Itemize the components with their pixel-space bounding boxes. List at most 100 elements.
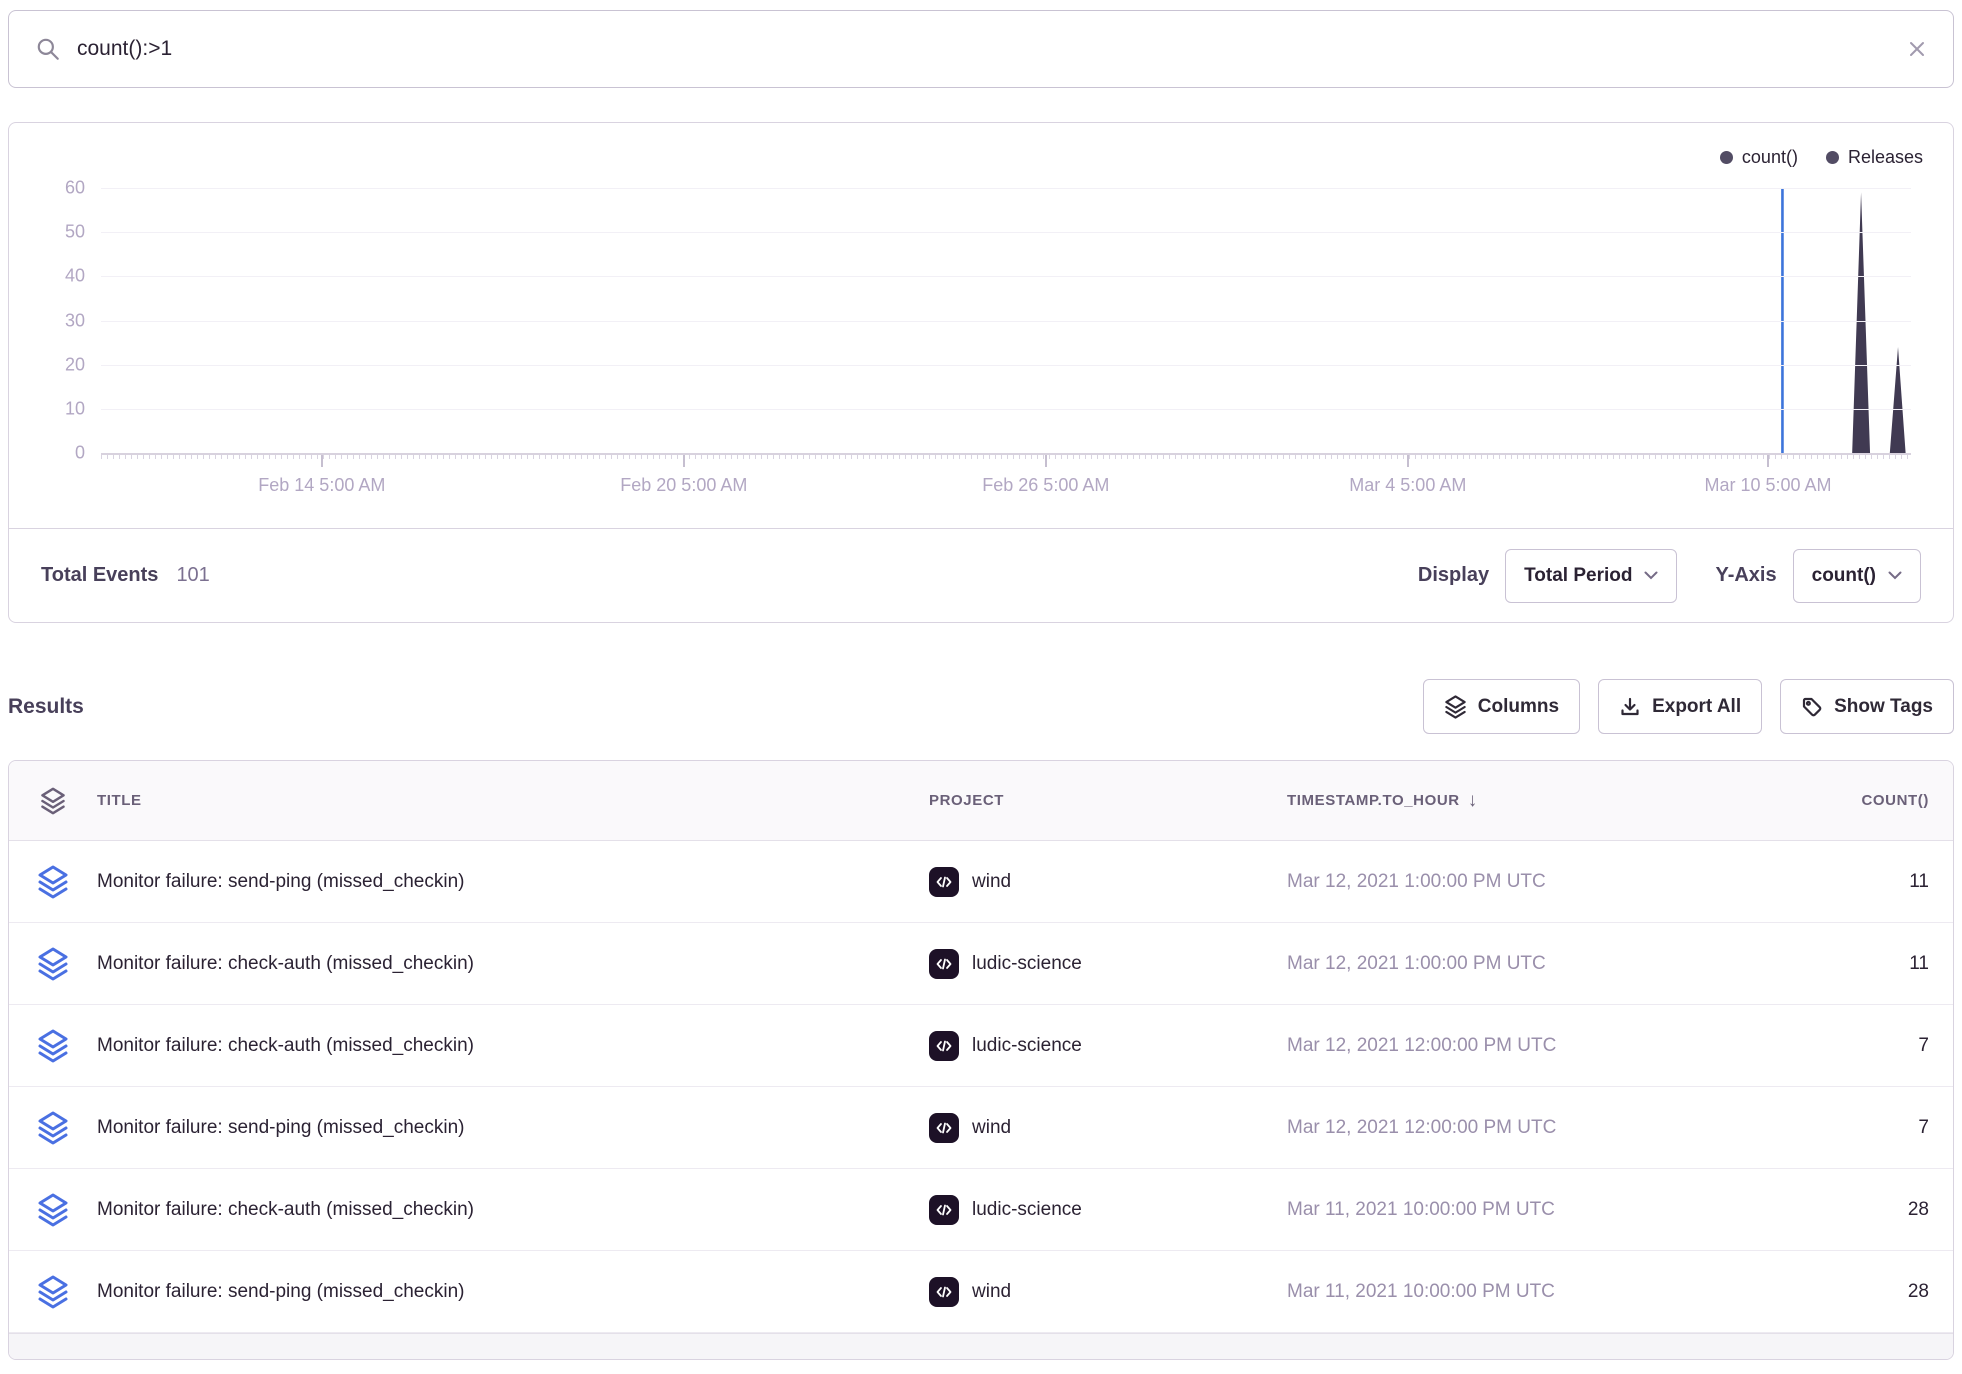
project-name: ludic-science [972,953,1082,975]
project-cell: ludic-science [929,949,1287,979]
table-row: Monitor failure: send-ping (missed_check… [9,1087,1953,1169]
row-stack-icon-cell [9,947,97,981]
project-platform-icon [929,1113,959,1143]
x-axis-tick [1407,455,1409,467]
y-axis-label: Y-Axis [1715,564,1776,587]
x-axis-tick-label: Mar 4 5:00 AM [1349,475,1466,496]
results-table: TITLE PROJECT TIMESTAMP.TO_HOUR ↓ COUNT(… [8,760,1954,1360]
show-tags-button-label: Show Tags [1834,696,1933,718]
display-dropdown-value: Total Period [1524,565,1632,587]
table-row: Monitor failure: check-auth (missed_chec… [9,923,1953,1005]
x-axis-tick [1767,455,1769,467]
y-axis-tick-label: 40 [65,266,85,287]
chevron-down-icon [1644,571,1658,580]
chart-controls: Display Total Period Y-Axis count() [1418,549,1921,603]
layers-icon [40,787,66,815]
table-row: Monitor failure: check-auth (missed_chec… [9,1169,1953,1251]
y-axis-dropdown-value: count() [1812,565,1876,587]
display-dropdown[interactable]: Total Period [1505,549,1677,603]
close-icon [1907,39,1927,59]
event-title-link[interactable]: Monitor failure: send-ping (missed_check… [97,871,929,893]
project-cell: wind [929,1277,1287,1307]
timestamp-cell: Mar 12, 2021 12:00:00 PM UTC [1287,1117,1707,1139]
x-axis-tick [321,455,323,467]
count-cell: 11 [1707,871,1953,893]
table-row: Monitor failure: send-ping (missed_check… [9,1251,1953,1333]
y-axis-tick-label: 60 [65,178,85,199]
event-title-link[interactable]: Monitor failure: send-ping (missed_check… [97,1117,929,1139]
project-name: ludic-science [972,1199,1082,1221]
x-axis-tick [683,455,685,467]
chart-legend: count() Releases [1720,147,1923,168]
timestamp-cell: Mar 12, 2021 1:00:00 PM UTC [1287,953,1707,975]
export-all-button[interactable]: Export All [1598,679,1762,734]
header-stack-icon-cell [9,787,97,815]
column-header-timestamp[interactable]: TIMESTAMP.TO_HOUR ↓ [1287,790,1707,812]
event-title-link[interactable]: Monitor failure: check-auth (missed_chec… [97,1199,929,1221]
event-title-link[interactable]: Monitor failure: check-auth (missed_chec… [97,953,929,975]
project-platform-icon [929,1195,959,1225]
columns-button[interactable]: Columns [1423,679,1580,734]
timestamp-cell: Mar 12, 2021 12:00:00 PM UTC [1287,1035,1707,1057]
legend-dot-releases [1826,151,1839,164]
gridline-y-50 [101,232,1911,233]
x-axis-tick-label: Mar 10 5:00 AM [1704,475,1831,496]
x-axis-minor-ticks [101,455,1911,459]
project-platform-icon [929,949,959,979]
legend-item-count[interactable]: count() [1720,147,1798,168]
chart-footer: Total Events 101 Display Total Period Y-… [9,528,1953,622]
discover-page: count():>1 count() Releases [0,0,1962,1360]
chart-plot: 0102030405060Feb 14 5:00 AMFeb 20 5:00 A… [101,188,1911,453]
count-cell: 28 [1707,1199,1953,1221]
show-tags-button[interactable]: Show Tags [1780,679,1954,734]
project-cell: wind [929,867,1287,897]
legend-label-count: count() [1742,147,1798,168]
total-events-label: Total Events [41,564,158,587]
project-name: wind [972,1281,1011,1303]
table-header-row: TITLE PROJECT TIMESTAMP.TO_HOUR ↓ COUNT(… [9,761,1953,841]
timestamp-cell: Mar 11, 2021 10:00:00 PM UTC [1287,1199,1707,1221]
search-icon [35,36,61,62]
table-row: Monitor failure: check-auth (missed_chec… [9,1005,1953,1087]
layers-icon [1444,695,1467,719]
project-name: wind [972,871,1011,893]
column-header-count[interactable]: COUNT() [1707,792,1953,809]
table-footer [9,1333,1953,1359]
count-cell: 7 [1707,1117,1953,1139]
project-cell: ludic-science [929,1195,1287,1225]
tag-icon [1801,696,1823,718]
count-cell: 7 [1707,1035,1953,1057]
chevron-down-icon [1888,571,1902,580]
stack-icon [37,865,69,899]
total-events: Total Events 101 [41,564,210,587]
project-platform-icon [929,1277,959,1307]
legend-label-releases: Releases [1848,147,1923,168]
event-title-link[interactable]: Monitor failure: send-ping (missed_check… [97,1281,929,1303]
row-stack-icon-cell [9,1275,97,1309]
legend-item-releases[interactable]: Releases [1826,147,1923,168]
columns-button-label: Columns [1478,696,1559,718]
event-title-link[interactable]: Monitor failure: check-auth (missed_chec… [97,1035,929,1057]
project-cell: ludic-science [929,1031,1287,1061]
column-header-project[interactable]: PROJECT [929,792,1287,809]
x-axis-tick-label: Feb 20 5:00 AM [620,475,747,496]
project-name: ludic-science [972,1035,1082,1057]
y-axis-tick-label: 30 [65,310,85,331]
search-input[interactable]: count():>1 [77,37,1891,61]
project-platform-icon [929,1031,959,1061]
total-events-value: 101 [176,564,209,587]
timestamp-cell: Mar 11, 2021 10:00:00 PM UTC [1287,1281,1707,1303]
legend-dot-count [1720,151,1733,164]
stack-icon [37,1275,69,1309]
y-axis-dropdown[interactable]: count() [1793,549,1921,603]
clear-search-button[interactable] [1907,39,1927,59]
stack-icon [37,1193,69,1227]
y-axis-tick-label: 20 [65,354,85,375]
column-header-title[interactable]: TITLE [97,792,929,809]
x-axis-tick [1045,455,1047,467]
search-bar[interactable]: count():>1 [8,10,1954,88]
stack-icon [37,947,69,981]
results-heading: Results [8,695,84,719]
results-toolbar: Columns Export All Show Tags [1423,679,1954,734]
gridline-y-10 [101,409,1911,410]
